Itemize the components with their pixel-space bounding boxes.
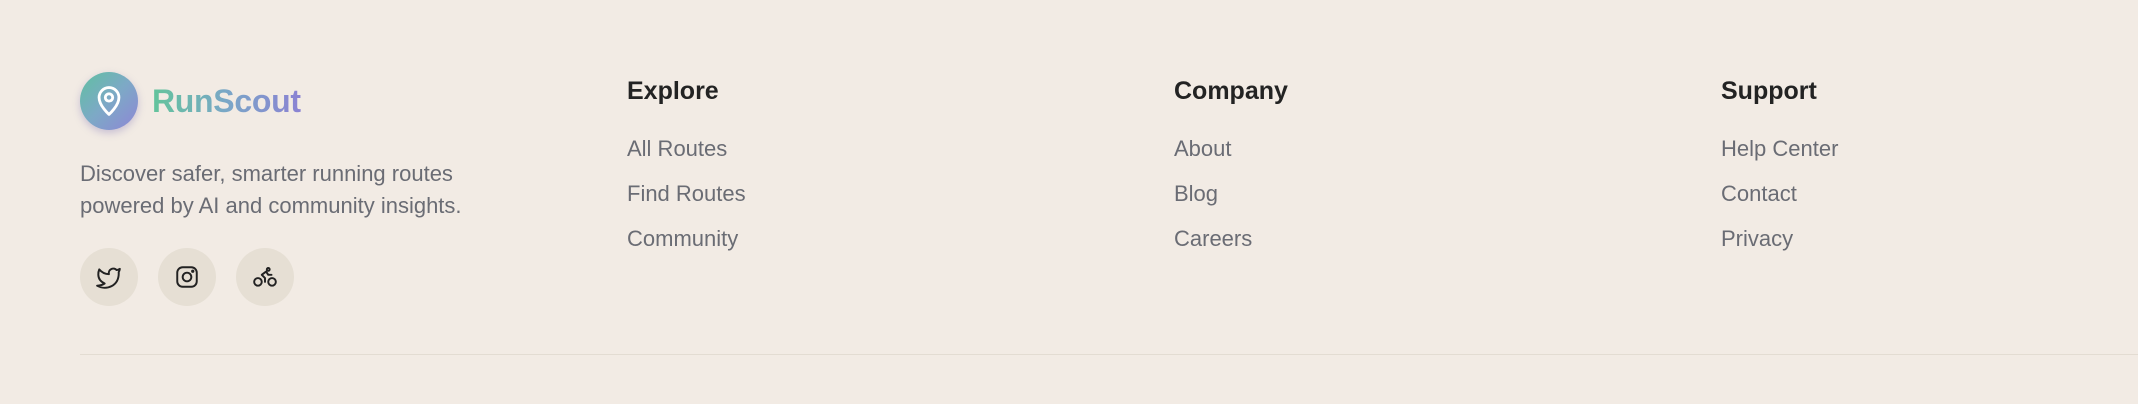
cycling-link[interactable] [236,248,294,306]
footer-divider [80,354,2138,355]
explore-heading: Explore [627,77,719,105]
social-links [80,248,550,306]
link-community[interactable]: Community [627,226,746,252]
link-blog[interactable]: Blog [1174,181,1288,207]
link-find-routes[interactable]: Find Routes [627,181,746,207]
link-contact[interactable]: Contact [1721,181,1838,207]
support-links: Help Center Contact Privacy [1721,136,1838,252]
footer-column-explore: Explore All Routes Find Routes Community [627,76,746,271]
link-about[interactable]: About [1174,136,1288,162]
instagram-link[interactable] [158,248,216,306]
company-links: About Blog Careers [1174,136,1288,252]
support-heading: Support [1721,77,1817,105]
footer-column-company: Company About Blog Careers [1174,76,1288,271]
brand-logo-link[interactable]: RunScout [80,72,550,130]
brand-name: RunScout [152,82,301,119]
company-heading: Company [1174,77,1288,105]
link-privacy[interactable]: Privacy [1721,226,1838,252]
link-careers[interactable]: Careers [1174,226,1288,252]
twitter-icon [96,267,121,289]
instagram-icon [176,266,198,288]
link-help-center[interactable]: Help Center [1721,136,1838,162]
link-all-routes[interactable]: All Routes [627,136,746,162]
footer-brand-section: RunScout Discover safer, smarter running… [80,72,550,306]
twitter-link[interactable] [80,248,138,306]
site-footer: RunScout Discover safer, smarter running… [0,0,2138,404]
footer-column-support: Support Help Center Contact Privacy [1721,76,1838,271]
explore-links: All Routes Find Routes Community [627,136,746,252]
map-pin-icon [80,72,138,130]
brand-tagline: Discover safer, smarter running routes p… [80,161,462,218]
bike-icon [253,267,277,287]
